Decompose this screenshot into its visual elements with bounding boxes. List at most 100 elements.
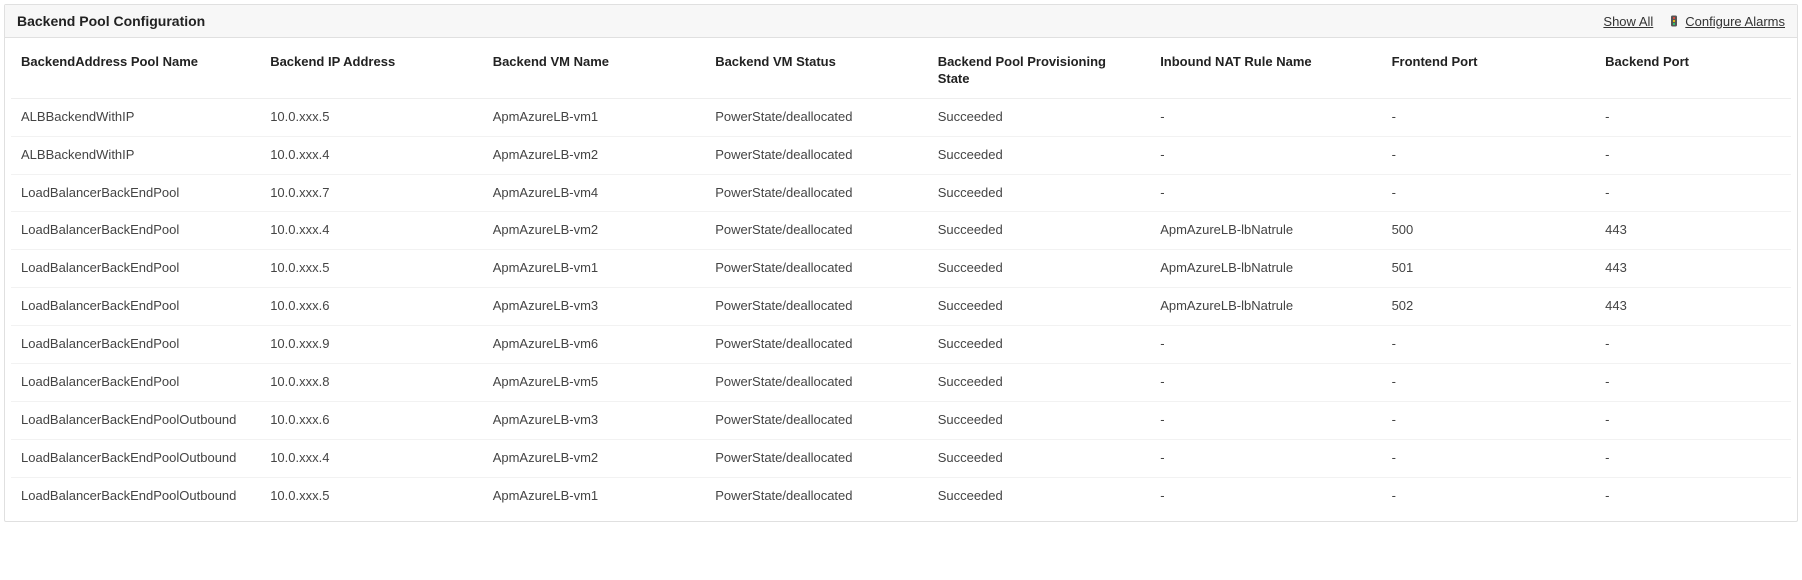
cell-pool-name: LoadBalancerBackEndPool [11, 364, 260, 402]
table-row[interactable]: LoadBalancerBackEndPoolOutbound10.0.xxx.… [11, 439, 1791, 477]
cell-nat-rule: ApmAzureLB-lbNatrule [1150, 212, 1381, 250]
cell-vm-status: PowerState/deallocated [705, 174, 928, 212]
cell-pool-name: LoadBalancerBackEndPoolOutbound [11, 477, 260, 514]
cell-frontend-port: - [1382, 136, 1596, 174]
backend-pool-table: BackendAddress Pool Name Backend IP Addr… [11, 44, 1791, 515]
col-header-vm-name[interactable]: Backend VM Name [483, 44, 706, 98]
cell-frontend-port: - [1382, 364, 1596, 402]
cell-pool-name: LoadBalancerBackEndPool [11, 250, 260, 288]
cell-ip: 10.0.xxx.5 [260, 250, 483, 288]
table-row[interactable]: ALBBackendWithIP10.0.xxx.4ApmAzureLB-vm2… [11, 136, 1791, 174]
cell-nat-rule: - [1150, 326, 1381, 364]
cell-vm-name: ApmAzureLB-vm3 [483, 288, 706, 326]
cell-provisioning: Succeeded [928, 212, 1151, 250]
cell-backend-port: - [1595, 174, 1791, 212]
cell-vm-name: ApmAzureLB-vm3 [483, 401, 706, 439]
configure-alarms-link[interactable]: Configure Alarms [1667, 14, 1785, 29]
cell-frontend-port: - [1382, 401, 1596, 439]
cell-nat-rule: ApmAzureLB-lbNatrule [1150, 250, 1381, 288]
cell-vm-name: ApmAzureLB-vm2 [483, 212, 706, 250]
cell-vm-status: PowerState/deallocated [705, 364, 928, 402]
cell-provisioning: Succeeded [928, 288, 1151, 326]
cell-provisioning: Succeeded [928, 326, 1151, 364]
cell-nat-rule: - [1150, 439, 1381, 477]
cell-frontend-port: 500 [1382, 212, 1596, 250]
table-wrapper: BackendAddress Pool Name Backend IP Addr… [5, 38, 1797, 521]
cell-vm-name: ApmAzureLB-vm5 [483, 364, 706, 402]
cell-provisioning: Succeeded [928, 174, 1151, 212]
col-header-pool-name[interactable]: BackendAddress Pool Name [11, 44, 260, 98]
traffic-light-icon [1667, 14, 1681, 28]
cell-nat-rule: ApmAzureLB-lbNatrule [1150, 288, 1381, 326]
show-all-link[interactable]: Show All [1603, 14, 1653, 29]
cell-ip: 10.0.xxx.4 [260, 212, 483, 250]
cell-backend-port: 443 [1595, 212, 1791, 250]
cell-ip: 10.0.xxx.8 [260, 364, 483, 402]
cell-provisioning: Succeeded [928, 364, 1151, 402]
cell-pool-name: LoadBalancerBackEndPool [11, 212, 260, 250]
cell-vm-name: ApmAzureLB-vm2 [483, 136, 706, 174]
cell-ip: 10.0.xxx.5 [260, 477, 483, 514]
cell-ip: 10.0.xxx.7 [260, 174, 483, 212]
panel-header: Backend Pool Configuration Show All Conf… [5, 5, 1797, 38]
cell-vm-status: PowerState/deallocated [705, 477, 928, 514]
cell-provisioning: Succeeded [928, 439, 1151, 477]
cell-vm-status: PowerState/deallocated [705, 136, 928, 174]
table-row[interactable]: LoadBalancerBackEndPoolOutbound10.0.xxx.… [11, 477, 1791, 514]
cell-pool-name: LoadBalancerBackEndPool [11, 288, 260, 326]
configure-alarms-label: Configure Alarms [1685, 14, 1785, 29]
col-header-ip[interactable]: Backend IP Address [260, 44, 483, 98]
cell-nat-rule: - [1150, 174, 1381, 212]
cell-pool-name: LoadBalancerBackEndPool [11, 326, 260, 364]
cell-vm-name: ApmAzureLB-vm2 [483, 439, 706, 477]
cell-pool-name: ALBBackendWithIP [11, 136, 260, 174]
cell-vm-name: ApmAzureLB-vm1 [483, 250, 706, 288]
cell-ip: 10.0.xxx.9 [260, 326, 483, 364]
cell-backend-port: - [1595, 477, 1791, 514]
cell-nat-rule: - [1150, 364, 1381, 402]
table-header-row: BackendAddress Pool Name Backend IP Addr… [11, 44, 1791, 98]
cell-ip: 10.0.xxx.4 [260, 439, 483, 477]
table-row[interactable]: ALBBackendWithIP10.0.xxx.5ApmAzureLB-vm1… [11, 98, 1791, 136]
table-row[interactable]: LoadBalancerBackEndPool10.0.xxx.7ApmAzur… [11, 174, 1791, 212]
cell-pool-name: LoadBalancerBackEndPoolOutbound [11, 401, 260, 439]
cell-provisioning: Succeeded [928, 250, 1151, 288]
table-row[interactable]: LoadBalancerBackEndPool10.0.xxx.5ApmAzur… [11, 250, 1791, 288]
cell-ip: 10.0.xxx.5 [260, 98, 483, 136]
table-row[interactable]: LoadBalancerBackEndPool10.0.xxx.4ApmAzur… [11, 212, 1791, 250]
cell-frontend-port: 502 [1382, 288, 1596, 326]
cell-provisioning: Succeeded [928, 477, 1151, 514]
cell-vm-name: ApmAzureLB-vm6 [483, 326, 706, 364]
table-row[interactable]: LoadBalancerBackEndPool10.0.xxx.9ApmAzur… [11, 326, 1791, 364]
cell-vm-status: PowerState/deallocated [705, 439, 928, 477]
cell-nat-rule: - [1150, 401, 1381, 439]
cell-vm-name: ApmAzureLB-vm1 [483, 477, 706, 514]
cell-backend-port: 443 [1595, 250, 1791, 288]
cell-provisioning: Succeeded [928, 401, 1151, 439]
cell-nat-rule: - [1150, 98, 1381, 136]
table-row[interactable]: LoadBalancerBackEndPool10.0.xxx.6ApmAzur… [11, 288, 1791, 326]
col-header-provisioning[interactable]: Backend Pool Provisioning State [928, 44, 1151, 98]
col-header-backend-port[interactable]: Backend Port [1595, 44, 1791, 98]
table-row[interactable]: LoadBalancerBackEndPoolOutbound10.0.xxx.… [11, 401, 1791, 439]
cell-ip: 10.0.xxx.6 [260, 288, 483, 326]
cell-vm-status: PowerState/deallocated [705, 212, 928, 250]
header-actions: Show All Configure Alarms [1603, 14, 1785, 29]
cell-backend-port: - [1595, 136, 1791, 174]
table-body: ALBBackendWithIP10.0.xxx.5ApmAzureLB-vm1… [11, 98, 1791, 514]
cell-frontend-port: - [1382, 477, 1596, 514]
cell-ip: 10.0.xxx.4 [260, 136, 483, 174]
col-header-vm-status[interactable]: Backend VM Status [705, 44, 928, 98]
cell-vm-status: PowerState/deallocated [705, 401, 928, 439]
cell-vm-status: PowerState/deallocated [705, 326, 928, 364]
table-row[interactable]: LoadBalancerBackEndPool10.0.xxx.8ApmAzur… [11, 364, 1791, 402]
backend-pool-config-panel: Backend Pool Configuration Show All Conf… [4, 4, 1798, 522]
cell-pool-name: ALBBackendWithIP [11, 98, 260, 136]
cell-frontend-port: 501 [1382, 250, 1596, 288]
cell-provisioning: Succeeded [928, 136, 1151, 174]
col-header-nat-rule[interactable]: Inbound NAT Rule Name [1150, 44, 1381, 98]
cell-vm-status: PowerState/deallocated [705, 288, 928, 326]
col-header-frontend-port[interactable]: Frontend Port [1382, 44, 1596, 98]
cell-backend-port: - [1595, 98, 1791, 136]
cell-backend-port: - [1595, 326, 1791, 364]
